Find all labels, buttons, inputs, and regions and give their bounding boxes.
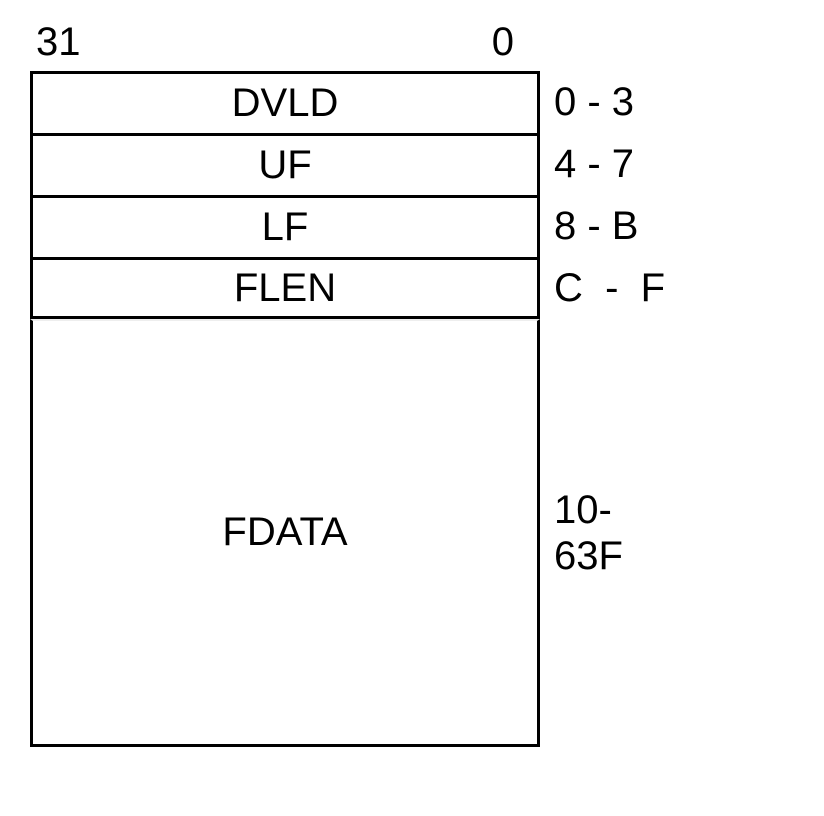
field-row: FLEN C - F (30, 257, 665, 319)
bit-lsb: 0 (492, 20, 514, 65)
addr-fdata: 10- 63F (540, 319, 623, 747)
field-row: LF 8 - B (30, 195, 665, 257)
field-flen: FLEN (30, 257, 540, 319)
addr-uf: 4 - 7 (540, 133, 634, 195)
addr-dvld: 0 - 3 (540, 71, 634, 133)
field-dvld: DVLD (30, 71, 540, 133)
field-row: UF 4 - 7 (30, 133, 665, 195)
addr-fdata-line2: 63F (554, 533, 623, 579)
field-row: DVLD 0 - 3 (30, 71, 665, 133)
bit-header: 31 0 (30, 20, 540, 65)
field-lf: LF (30, 195, 540, 257)
field-row-data: FDATA 10- 63F (30, 319, 665, 747)
addr-lf: 8 - B (540, 195, 638, 257)
memory-layout-diagram: 31 0 DVLD 0 - 3 UF 4 - 7 LF 8 - B FLEN C… (30, 20, 665, 747)
addr-fdata-line1: 10- (554, 487, 612, 533)
field-fdata: FDATA (30, 319, 540, 747)
addr-flen: C - F (540, 257, 665, 319)
bit-msb: 31 (36, 20, 81, 65)
field-uf: UF (30, 133, 540, 195)
